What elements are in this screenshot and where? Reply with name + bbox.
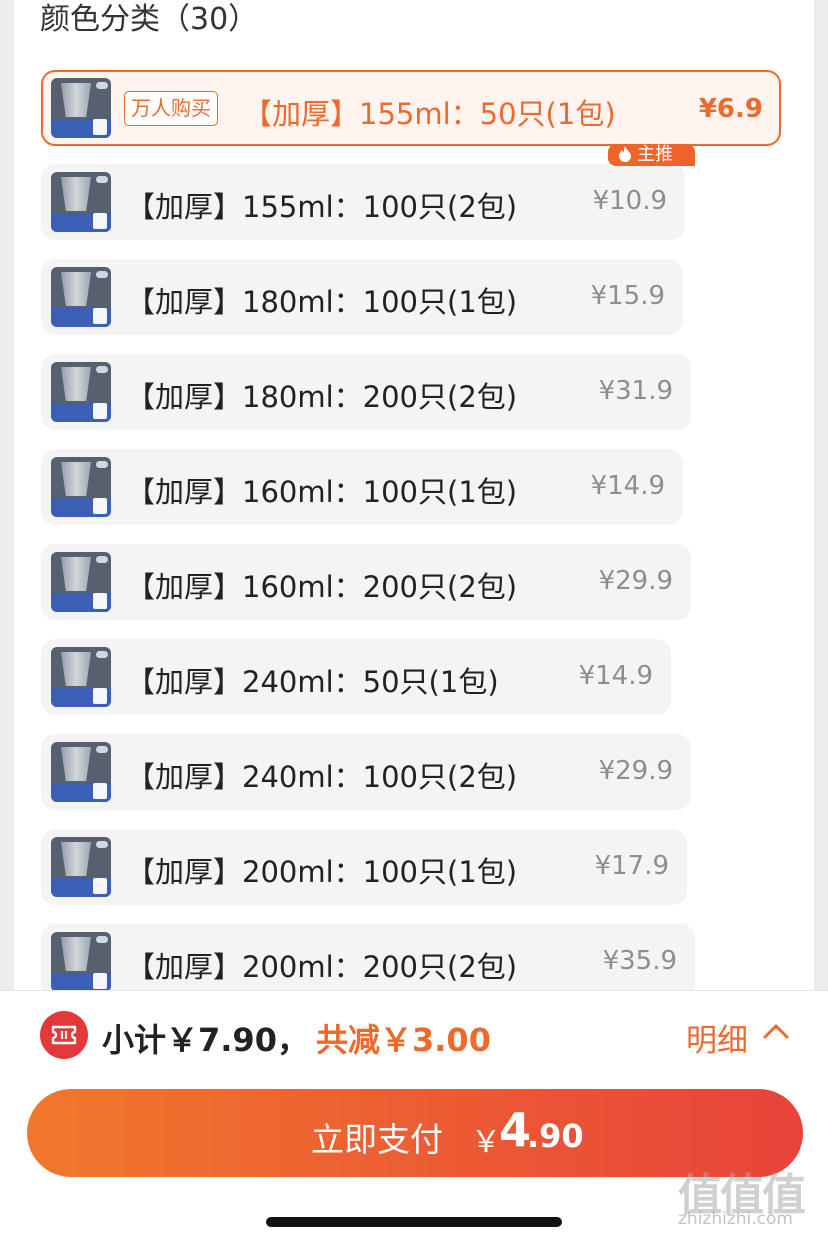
option-label: 【加厚】155ml：100只(2包) [126,190,518,224]
option-label: 【加厚】160ml：100只(1包) [126,475,518,509]
coupon-ticket-icon [40,1011,88,1059]
product-thumbnail [51,932,111,990]
option-price: ¥14.9 [590,471,665,501]
option-label: 【加厚】200ml：100只(1包) [126,855,518,889]
sku-option[interactable]: 【加厚】200ml：200只(2包) ¥35.9 [41,924,695,990]
sku-option[interactable]: 【加厚】240ml：50只(1包) ¥14.9 [41,639,671,715]
option-label: 【加厚】240ml：100只(2包) [126,760,518,794]
coupon-ticket-glyph [51,1025,77,1045]
product-thumbnail [51,78,111,138]
product-thumbnail [51,267,111,327]
discount-text: 共减￥3.00 [316,1021,491,1059]
option-price: ¥31.9 [598,376,673,406]
checkout-footer: 小计￥7.90， 共减￥3.00 明细 立即支付 ￥ 4 .90 值值值 zhi… [0,990,828,1242]
pay-currency: ￥ [471,1125,501,1160]
sku-option[interactable]: 【加厚】155ml：100只(2包) ¥10.9 [41,164,685,240]
sku-option[interactable]: 【加厚】160ml：200只(2包) ¥29.9 [41,544,691,620]
option-price: ¥14.9 [578,661,653,691]
section-title: 颜色分类（30） [40,2,259,37]
option-label: 【加厚】200ml：200只(2包) [126,950,518,984]
option-price: ¥15.9 [590,281,665,311]
sku-option-selected[interactable]: 万人购买 【加厚】155ml：50只(1包) ¥6.9 [41,70,781,146]
option-label: 【加厚】240ml：50只(1包) [126,665,499,699]
sku-option[interactable]: 【加厚】200ml：100只(1包) ¥17.9 [41,829,687,905]
sku-option-list[interactable]: 颜色分类（30） 万人购买 【加厚】155ml：50只(1包) ¥6.9 主推 … [0,0,828,990]
home-indicator[interactable] [266,1217,562,1227]
option-price: ¥17.9 [594,851,669,881]
flame-icon [619,146,631,162]
option-label: 【加厚】155ml：50只(1包) [243,97,616,131]
option-price: ¥10.9 [592,186,667,216]
product-thumbnail [51,742,111,802]
option-price: ¥29.9 [598,566,673,596]
option-price: ¥35.9 [602,946,677,976]
pay-button-label: 立即支付 [311,1120,443,1159]
sku-option[interactable]: 【加厚】240ml：100只(2包) ¥29.9 [41,734,691,810]
product-thumbnail [51,457,111,517]
product-thumbnail [51,552,111,612]
option-label: 【加厚】160ml：200只(2包) [126,570,518,604]
sku-option[interactable]: 【加厚】180ml：100只(1包) ¥15.9 [41,259,683,335]
detail-toggle[interactable]: 明细 [686,1015,748,1060]
product-thumbnail [51,362,111,422]
recommended-tag-label: 主推 [637,144,673,165]
popular-badge: 万人购买 [124,91,218,126]
option-price: ¥29.9 [598,756,673,786]
sku-option[interactable]: 【加厚】160ml：100只(1包) ¥14.9 [41,449,683,525]
product-thumbnail [51,647,111,707]
recommended-tag: 主推 [608,144,695,166]
pay-amount-decimal: .90 [527,1117,584,1155]
chevron-up-icon[interactable] [762,1021,790,1041]
option-label: 【加厚】180ml：100只(1包) [126,285,518,319]
watermark-url: zhizhizhi.com [678,1209,793,1229]
option-label: 【加厚】180ml：200只(2包) [126,380,518,414]
product-thumbnail [51,172,111,232]
product-thumbnail [51,837,111,897]
sku-option[interactable]: 【加厚】180ml：200只(2包) ¥31.9 [41,354,691,430]
subtotal-text: 小计￥7.90， [102,1021,309,1059]
option-price: ¥6.9 [698,94,763,124]
